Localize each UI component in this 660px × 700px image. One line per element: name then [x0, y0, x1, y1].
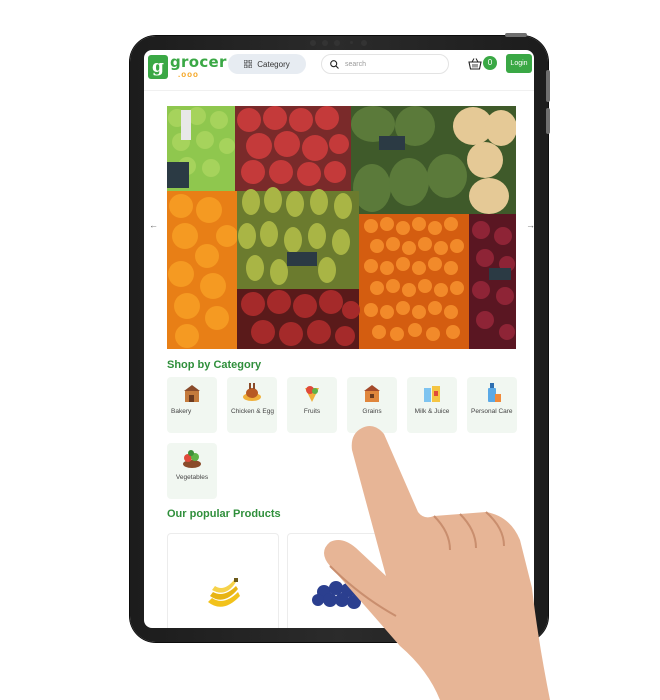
- arrow-left-icon[interactable]: ←: [149, 220, 158, 230]
- search-icon: [330, 59, 339, 69]
- arrow-right-icon[interactable]: →: [526, 220, 534, 230]
- cart-count-badge: 0: [483, 56, 497, 70]
- category-card-vegetables[interactable]: Vegetables: [167, 443, 217, 499]
- logo-badge: g: [148, 55, 168, 79]
- pointing-hand-image: [324, 426, 550, 700]
- search-placeholder: search: [345, 60, 367, 68]
- vegetables-icon: [183, 450, 201, 468]
- camera-dot: [310, 40, 316, 46]
- search-input[interactable]: search: [321, 54, 449, 74]
- popular-products-title: Our popular Products: [167, 508, 281, 520]
- basket-icon[interactable]: [468, 57, 482, 71]
- category-label: Grains: [362, 408, 382, 415]
- category-label: Vegetables: [175, 474, 209, 481]
- category-label: Milk & Juice: [414, 408, 450, 415]
- logo-word: grocer: [170, 53, 227, 71]
- milk-juice-icon: [424, 386, 440, 402]
- camera-dot: [322, 40, 328, 46]
- camera-dot: [361, 40, 367, 46]
- grocer-logo[interactable]: g grocer .ooo: [148, 53, 226, 83]
- logo-sub: .ooo: [178, 70, 199, 79]
- chicken-icon: [243, 383, 261, 401]
- tablet-top-button: [505, 33, 527, 37]
- grains-icon: [364, 385, 380, 402]
- category-label: Fruits: [303, 408, 321, 415]
- produce-banner-image: [167, 106, 516, 349]
- tablet-side-button: [546, 108, 550, 134]
- grid-icon: [244, 60, 253, 68]
- banana-image: [208, 578, 240, 607]
- category-label: Category: [257, 59, 290, 69]
- product-card[interactable]: [167, 533, 279, 628]
- camera-dot: [334, 40, 340, 46]
- category-card-bakery[interactable]: Bakery: [167, 377, 217, 433]
- camera-dot: [350, 41, 353, 44]
- app-header: g grocer .ooo Category search 0 Login: [144, 50, 534, 91]
- personal-care-icon: [488, 383, 501, 402]
- category-label: Bakery: [171, 408, 192, 415]
- bakery-icon: [184, 385, 200, 402]
- shop-by-category-title: Shop by Category: [167, 359, 262, 371]
- category-label: Personal Care: [471, 408, 513, 415]
- tablet-side-button: [546, 70, 550, 102]
- login-button[interactable]: Login: [506, 54, 532, 73]
- fruits-icon: [305, 386, 319, 402]
- category-button[interactable]: Category: [228, 54, 306, 74]
- category-card-chicken-egg[interactable]: Chicken & Egg: [227, 377, 277, 433]
- category-label: Chicken & Egg: [231, 408, 274, 415]
